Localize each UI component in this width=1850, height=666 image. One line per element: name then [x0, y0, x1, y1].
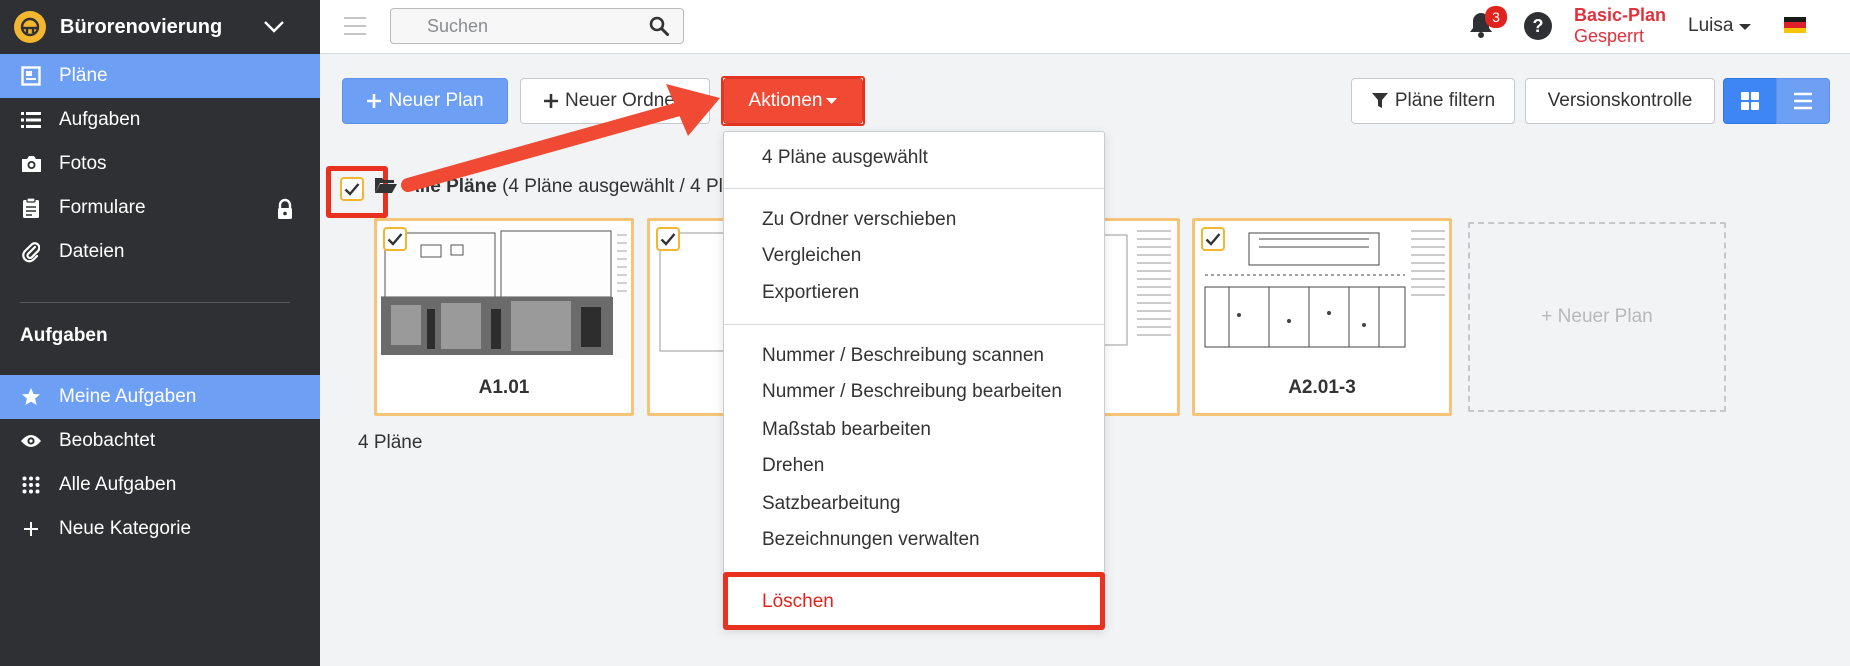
- hamburger-menu-icon[interactable]: [344, 16, 366, 41]
- breadcrumb-folder[interactable]: Alle Pläne: [406, 176, 497, 197]
- list-view-toggle[interactable]: [1776, 78, 1830, 124]
- sidebar-item-label: Formulare: [59, 197, 146, 218]
- user-name: Luisa: [1688, 15, 1734, 36]
- version-control-label: Versionskontrolle: [1547, 90, 1693, 111]
- menu-item-move-to-folder[interactable]: Zu Ordner verschieben: [762, 209, 956, 231]
- menu-header-selected-count: 4 Pläne ausgewählt: [762, 147, 928, 168]
- clipboard-icon: [20, 197, 42, 219]
- help-icon[interactable]: ?: [1524, 12, 1552, 40]
- open-folder-icon: [374, 176, 398, 194]
- menu-divider: [724, 188, 1104, 189]
- sidebar-item-fotos[interactable]: Fotos: [0, 142, 320, 186]
- menu-item-scan-number-description[interactable]: Nummer / Beschreibung scannen: [762, 345, 1044, 367]
- checkmark-icon: [660, 232, 676, 246]
- sidebar-item-label: Beobachtet: [59, 430, 156, 451]
- plan-thumbnail: [1199, 225, 1445, 359]
- sidebar-item-label: Fotos: [59, 153, 107, 174]
- plan-thumbnail: [381, 225, 627, 359]
- sidebar-item-aufgaben[interactable]: Aufgaben: [0, 98, 320, 142]
- filter-icon: [1371, 92, 1389, 110]
- sidebar-item-label: Meine Aufgaben: [59, 386, 197, 407]
- plans-icon: [20, 66, 42, 86]
- plan-status[interactable]: Basic-Plan Gesperrt: [1574, 5, 1666, 47]
- new-folder-label: Neuer Ordner: [565, 90, 682, 111]
- star-icon: [20, 387, 42, 407]
- version-control-button[interactable]: Versionskontrolle: [1525, 78, 1715, 124]
- list-icon: [20, 111, 42, 129]
- chevron-down-icon[interactable]: [262, 14, 286, 44]
- menu-item-export[interactable]: Exportieren: [762, 282, 859, 304]
- delete-highlight-frame: [723, 572, 1105, 630]
- sidebar-item-beobachtet[interactable]: Beobachtet: [0, 419, 320, 463]
- menu-item-manage-labels[interactable]: Bezeichnungen verwalten: [762, 529, 980, 551]
- plan-label: A1.01: [478, 377, 530, 398]
- eye-icon: [20, 433, 42, 449]
- sidebar-item-alle-aufgaben[interactable]: Alle Aufgaben: [0, 463, 320, 507]
- sidebar-item-meine-aufgaben[interactable]: Meine Aufgaben: [0, 375, 320, 419]
- checkmark-icon: [1205, 232, 1221, 246]
- sidebar-item-plaene[interactable]: Pläne: [0, 54, 320, 98]
- german-flag-icon[interactable]: [1784, 17, 1806, 33]
- grid-dots-icon: [20, 476, 42, 494]
- breadcrumb: Alle Pläne (4 Pläne ausgewählt / 4 Pläne…: [374, 176, 761, 198]
- menu-item-compare[interactable]: Vergleichen: [762, 245, 861, 267]
- filter-plans-label: Pläne filtern: [1394, 90, 1496, 111]
- plus-icon: [366, 93, 382, 109]
- plan-count: 4 Pläne: [358, 432, 423, 453]
- plan-name: Basic-Plan: [1574, 5, 1667, 25]
- checkmark-icon: [387, 232, 403, 246]
- filter-plans-button[interactable]: Pläne filtern: [1351, 78, 1515, 124]
- sidebar-item-formulare[interactable]: Formulare: [0, 186, 320, 230]
- plan-checkbox[interactable]: [383, 227, 407, 251]
- grid-view-icon: [1740, 91, 1760, 111]
- lock-icon: [276, 198, 294, 226]
- plan-checkbox[interactable]: [1201, 227, 1225, 251]
- menu-item-batch-edit[interactable]: Satzbearbeitung: [762, 493, 900, 515]
- checkmark-icon: [344, 182, 360, 196]
- menu-divider: [724, 324, 1104, 325]
- new-folder-button[interactable]: Neuer Ordner: [520, 78, 710, 124]
- sidebar-item-label: Alle Aufgaben: [59, 474, 177, 495]
- plan-locked-label: Gesperrt: [1574, 26, 1645, 46]
- helmet-logo-icon: [14, 11, 46, 43]
- select-all-checkbox[interactable]: [340, 177, 364, 201]
- plan-label: A2.01-3: [1288, 377, 1356, 398]
- list-view-icon: [1793, 92, 1813, 110]
- new-plan-label: Neuer Plan: [388, 90, 484, 111]
- menu-item-edit-number-description[interactable]: Nummer / Beschreibung bearbeiten: [762, 381, 1062, 403]
- actions-dropdown-menu: 4 Pläne ausgewählt Zu Ordner verschieben…: [723, 131, 1105, 629]
- menu-item-rotate[interactable]: Drehen: [762, 455, 824, 477]
- project-name: Bürorenovierung: [60, 15, 223, 38]
- project-selector[interactable]: Bürorenovierung: [0, 0, 320, 54]
- sidebar-item-label: Aufgaben: [59, 109, 141, 130]
- top-bar: 3 ? Basic-Plan Gesperrt Luisa: [320, 0, 1850, 54]
- sidebar-item-label: Dateien: [59, 241, 125, 262]
- plan-card[interactable]: A2.01-3: [1192, 218, 1452, 416]
- plus-icon: [20, 521, 42, 537]
- paperclip-icon: [20, 241, 42, 263]
- tasks-section-title: Aufgaben: [20, 325, 108, 346]
- sidebar-item-label: Pläne: [59, 65, 108, 86]
- plan-checkbox[interactable]: [656, 227, 680, 251]
- new-plan-card[interactable]: + Neuer Plan: [1468, 222, 1726, 412]
- sidebar: Bürorenovierung Pläne Aufgaben Fotos For…: [0, 0, 320, 666]
- search-input[interactable]: [391, 9, 631, 43]
- user-menu[interactable]: Luisa: [1688, 15, 1751, 37]
- new-plan-button[interactable]: Neuer Plan: [342, 78, 508, 124]
- search-icon[interactable]: [649, 16, 669, 41]
- plan-card[interactable]: A1.01: [374, 218, 634, 416]
- sidebar-item-label: Neue Kategorie: [59, 518, 192, 539]
- menu-item-edit-scale[interactable]: Maßstab bearbeiten: [762, 419, 931, 441]
- plus-icon: [543, 93, 559, 109]
- sidebar-item-neue-kategorie[interactable]: Neue Kategorie: [0, 507, 320, 551]
- search-box: [390, 8, 684, 44]
- notification-badge: 3: [1485, 6, 1507, 28]
- grid-view-toggle[interactable]: [1723, 78, 1777, 124]
- caret-down-icon: [1738, 15, 1751, 36]
- sidebar-item-dateien[interactable]: Dateien: [0, 230, 320, 274]
- camera-icon: [20, 155, 42, 173]
- actions-highlight-frame: [721, 76, 865, 126]
